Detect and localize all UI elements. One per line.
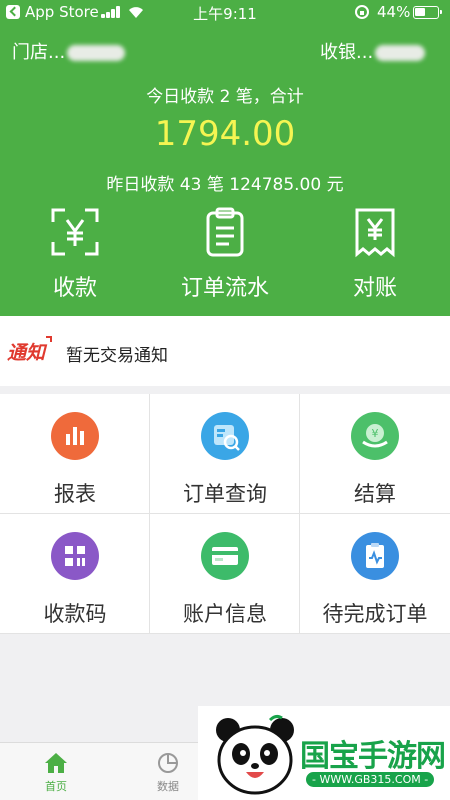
order-search-icon xyxy=(201,412,249,460)
today-amount: 1794.00 xyxy=(154,114,296,154)
watermark: 国宝手游网 - WWW.GB315.COM - xyxy=(198,706,450,800)
pending-orders-button[interactable]: 待完成订单 xyxy=(300,514,450,634)
qr-grid-icon xyxy=(51,532,99,580)
pending-order-icon xyxy=(351,532,399,580)
notice-tag: 通知 xyxy=(7,336,53,365)
store-name-redacted xyxy=(67,45,126,61)
card-icon xyxy=(201,532,249,580)
panda-logo-icon xyxy=(216,714,294,795)
store-row: 门店... 收银... xyxy=(0,38,450,64)
settlement-label: 结算 xyxy=(354,482,396,506)
account-info-label: 账户信息 xyxy=(183,602,267,626)
pending-orders-label: 待完成订单 xyxy=(322,602,428,626)
tab-home[interactable]: 首页 xyxy=(0,743,112,800)
collect-payment-label: 收款 xyxy=(52,276,97,301)
feature-grid: 报表 订单查询 ¥ 结算 收款码 账户信息 待完成订单 xyxy=(0,394,450,634)
scan-yuan-icon xyxy=(51,208,99,256)
yesterday-summary: 昨日收款 43 笔 124785.00 元 xyxy=(106,175,344,195)
battery-percent: 44% xyxy=(377,3,411,21)
cashier-label-text: 收银... xyxy=(320,42,374,63)
order-flow-label: 订单流水 xyxy=(180,276,269,301)
cashier-name-redacted xyxy=(375,45,426,61)
payment-code-button[interactable]: 收款码 xyxy=(0,514,150,634)
clipboard-icon xyxy=(206,207,244,257)
cashier-name[interactable]: 收银... xyxy=(320,38,426,64)
reconcile-label: 对账 xyxy=(352,276,397,301)
watermark-title: 国宝手游网 xyxy=(300,739,446,774)
battery-icon xyxy=(413,6,442,19)
settlement-icon: ¥ xyxy=(351,412,399,460)
pie-chart-icon xyxy=(158,753,178,773)
header-panel: App Store 上午9:11 44% 门店... 收银... 今日收款 2 … xyxy=(0,0,450,316)
order-search-label: 订单查询 xyxy=(183,482,267,506)
store-label-text: 门店... xyxy=(12,42,66,63)
tab-home-label: 首页 xyxy=(45,780,67,793)
payment-code-label: 收款码 xyxy=(43,602,107,626)
rotation-lock-icon xyxy=(355,5,369,19)
notice-bar[interactable]: 通知 暂无交易通知 xyxy=(0,316,450,386)
report-button[interactable]: 报表 xyxy=(0,394,150,514)
order-search-button[interactable]: 订单查询 xyxy=(150,394,300,514)
notice-text: 暂无交易通知 xyxy=(66,346,168,366)
report-label: 报表 xyxy=(54,482,96,506)
status-bar: App Store 上午9:11 44% xyxy=(0,0,450,26)
collect-payment-button[interactable]: 收款 xyxy=(0,206,150,306)
receipt-yuan-icon xyxy=(355,208,395,258)
svg-text:¥: ¥ xyxy=(372,427,379,440)
account-info-button[interactable]: 账户信息 xyxy=(150,514,300,634)
order-flow-button[interactable]: 订单流水 xyxy=(150,206,300,306)
settlement-button[interactable]: ¥ 结算 xyxy=(300,394,450,514)
bar-chart-icon xyxy=(51,412,99,460)
reconcile-button[interactable]: 对账 xyxy=(300,206,450,306)
watermark-url: - WWW.GB315.COM - xyxy=(306,772,435,787)
store-name[interactable]: 门店... xyxy=(12,38,126,64)
today-summary: 今日收款 2 笔，合计 xyxy=(146,87,304,107)
home-icon xyxy=(45,753,67,773)
header-actions: 收款 订单流水 对账 xyxy=(0,206,450,306)
